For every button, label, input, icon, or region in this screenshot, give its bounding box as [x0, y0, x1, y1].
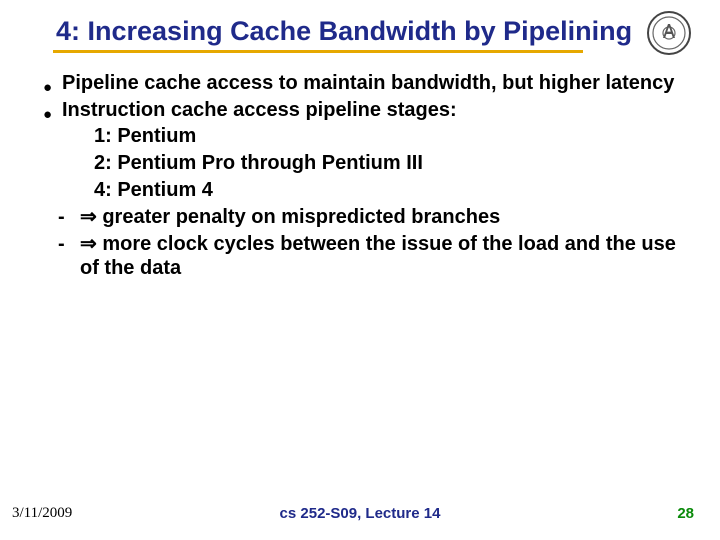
- dash-content: greater penalty on mispredicted branches: [102, 206, 500, 228]
- slide-header: 4: Increasing Cache Bandwidth by Pipelin…: [0, 0, 720, 48]
- bullet-text: Instruction cache access pipeline stages…: [62, 98, 696, 123]
- dash-content: more clock cycles between the issue of t…: [80, 233, 676, 280]
- stage-item: 4: Pentium 4: [40, 178, 696, 203]
- bullet-dot-icon: ●: [40, 98, 62, 123]
- university-seal-icon: [646, 10, 692, 61]
- slide-body: ● Pipeline cache access to maintain band…: [0, 53, 720, 281]
- bullet-item: ● Instruction cache access pipeline stag…: [40, 98, 696, 123]
- dash-icon: -: [58, 232, 80, 257]
- slide-title: 4: Increasing Cache Bandwidth by Pipelin…: [56, 16, 632, 48]
- arrow-right-icon: ⇒: [80, 206, 97, 228]
- footer-date: 3/11/2009: [12, 505, 72, 522]
- bullet-item: ● Pipeline cache access to maintain band…: [40, 71, 696, 96]
- stage-item: 1: Pentium: [40, 124, 696, 149]
- dash-text: ⇒ more clock cycles between the issue of…: [80, 232, 696, 282]
- stage-text: 1: Pentium: [94, 124, 696, 149]
- dash-item: - ⇒ more clock cycles between the issue …: [40, 232, 696, 282]
- stage-item: 2: Pentium Pro through Pentium III: [40, 151, 696, 176]
- bullet-text: Pipeline cache access to maintain bandwi…: [62, 71, 696, 96]
- stage-text: 4: Pentium 4: [94, 178, 696, 203]
- bullet-dot-icon: ●: [40, 71, 62, 96]
- footer-course: cs 252-S09, Lecture 14: [280, 505, 441, 522]
- dash-icon: -: [58, 205, 80, 230]
- dash-text: ⇒ greater penalty on mispredicted branch…: [80, 205, 696, 230]
- dash-item: - ⇒ greater penalty on mispredicted bran…: [40, 205, 696, 230]
- arrow-right-icon: ⇒: [80, 233, 97, 255]
- footer-page-number: 28: [677, 505, 694, 522]
- slide: 4: Increasing Cache Bandwidth by Pipelin…: [0, 0, 720, 540]
- stage-text: 2: Pentium Pro through Pentium III: [94, 151, 696, 176]
